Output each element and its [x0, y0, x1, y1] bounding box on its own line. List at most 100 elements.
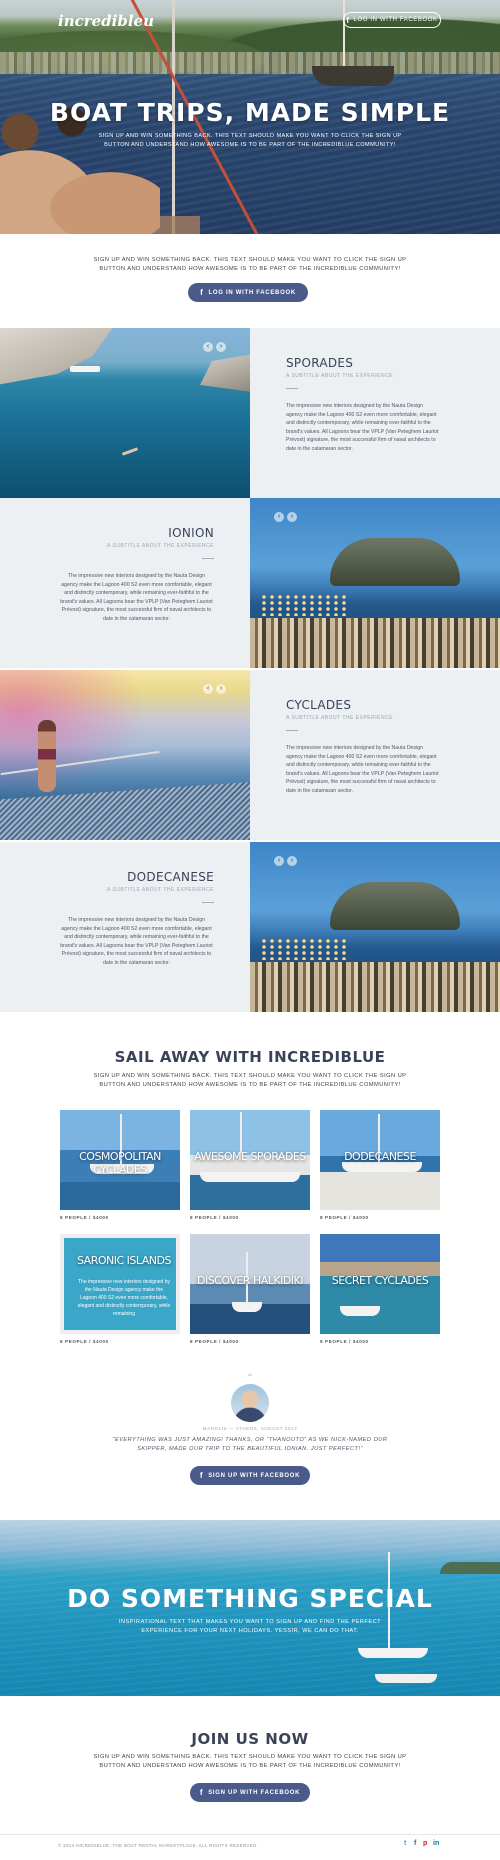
tour-card[interactable]: DODECANESE [320, 1110, 440, 1210]
swimmer-shape [121, 447, 139, 456]
join-text: SIGN UP AND WIN SOMETHING BACK. THIS TEX… [93, 1754, 407, 1769]
tour-info: 8 PEOPLE / $4000 [320, 1215, 369, 1220]
prev-arrow-icon[interactable]: ‹ [203, 342, 213, 352]
prev-arrow-icon[interactable]: ‹ [203, 684, 213, 694]
island-rock-shape [330, 882, 460, 930]
hero-boat-mast [343, 0, 345, 70]
destination-image-sporades: ‹ › [0, 328, 250, 498]
sailboat-hull [358, 1648, 428, 1658]
woman-figure [38, 720, 56, 792]
motorboat-shape [375, 1674, 437, 1683]
testimonial-meta: MANOLIS — ATHENS, AUGUST 2013 [202, 1426, 298, 1431]
tour-card[interactable]: AWESOME SPORADES [190, 1110, 310, 1210]
tour-info: 8 PEOPLE / $4000 [190, 1339, 239, 1344]
harbor-lights [260, 938, 350, 960]
slider-arrows: ‹ › [203, 342, 226, 352]
pinterest-icon[interactable]: p [423, 1840, 427, 1847]
prev-arrow-icon[interactable]: ‹ [274, 512, 284, 522]
destination-body: The impressive new interiors designed by… [286, 745, 439, 794]
rock-shape [0, 328, 120, 388]
special-title: DO SOMETHING SPECIAL [67, 1584, 433, 1613]
logo[interactable]: incredibleu [58, 12, 154, 30]
slider-arrows: ‹ › [274, 856, 297, 866]
tour-card[interactable]: SECRET CYCLADES [320, 1234, 440, 1334]
hull-shape [200, 1172, 300, 1182]
facebook-icon[interactable]: f [414, 1840, 416, 1847]
tour-card-hover[interactable]: SARONIC ISLANDS The impressive new inter… [60, 1234, 180, 1334]
footer-copyright: © 2014 INCREDIBLUE, THE BOAT RENTAL MARK… [58, 1843, 259, 1848]
destination-title: IONION [168, 526, 214, 540]
tour-card[interactable]: COSMOPOLITAN CYCLADES [60, 1110, 180, 1210]
destination-subtitle: A SUBTITLE ABOUT THE EXPERIENCE [286, 373, 394, 379]
footer-divider [0, 1834, 500, 1835]
destination-body: The impressive new interiors designed by… [60, 917, 213, 966]
destination-panel-cyclades: CYCLADES A SUBTITLE ABOUT THE EXPERIENCE… [250, 670, 500, 840]
next-arrow-icon[interactable]: › [216, 684, 226, 694]
intro-facebook-button[interactable]: f LOG IN WITH FACEBOOK [188, 283, 308, 302]
island-shape [440, 1562, 500, 1574]
destination-image-ionion: ‹ › [250, 498, 500, 668]
destination-title: CYCLADES [286, 698, 352, 712]
avatar [231, 1384, 269, 1422]
divider [286, 388, 298, 389]
tour-card[interactable]: DISCOVER HALKIDIKI [190, 1234, 310, 1334]
island-rock-shape [330, 538, 460, 586]
tour-info: 8 PEOPLE / $4000 [60, 1215, 109, 1220]
divider [202, 558, 214, 559]
tour-label: SARONIC ISLANDS [77, 1254, 171, 1267]
join-signup-button[interactable]: f SIGN UP WITH FACEBOOK [190, 1783, 310, 1802]
tour-info: 8 PEOPLE / $4000 [190, 1215, 239, 1220]
destination-subtitle: A SUBTITLE ABOUT THE EXPERIENCE [286, 715, 394, 721]
tour-description: The impressive new interiors designed by… [77, 1279, 171, 1317]
shore-town-shape [250, 962, 500, 1012]
testimonial-quote: “EVERYTHING WAS JUST AMAZING! THANKS, OR… [112, 1437, 388, 1452]
shore-town-shape [250, 618, 500, 668]
login-facebook-label: LOG IN WITH FACEBOOK [353, 17, 438, 23]
hull-shape [342, 1162, 422, 1172]
intro-text: SIGN UP AND WIN SOMETHING BACK. THIS TEX… [93, 257, 407, 272]
tour-label: SECRET CYCLADES [331, 1274, 429, 1287]
tour-label: DODECANESE [344, 1150, 416, 1163]
hull-shape [340, 1306, 380, 1316]
intro-facebook-label: LOG IN WITH FACEBOOK [208, 289, 296, 296]
sail-away-title: SAIL AWAY WITH INCREDIBLUE [114, 1048, 386, 1066]
divider [286, 730, 298, 731]
hero-subtitle: SIGN UP AND WIN SOMETHING BACK. THIS TEX… [98, 133, 402, 148]
tour-label: COSMOPOLITAN CYCLADES [79, 1150, 161, 1176]
quote-icon: “ [248, 1372, 252, 1384]
hull-shape [232, 1302, 262, 1312]
login-facebook-button[interactable]: f LOG IN WITH FACEBOOK [343, 12, 441, 28]
prev-arrow-icon[interactable]: ‹ [274, 856, 284, 866]
destination-panel-sporades: SPORADES A SUBTITLE ABOUT THE EXPERIENCE… [250, 328, 500, 498]
slider-arrows: ‹ › [274, 512, 297, 522]
next-arrow-icon[interactable]: › [287, 856, 297, 866]
next-arrow-icon[interactable]: › [216, 342, 226, 352]
destination-title: SPORADES [286, 356, 354, 370]
hero-boat [312, 66, 394, 86]
next-arrow-icon[interactable]: › [287, 512, 297, 522]
destination-subtitle: A SUBTITLE ABOUT THE EXPERIENCE [106, 543, 214, 549]
signup-label: SIGN UP WITH FACEBOOK [208, 1472, 301, 1479]
testimonial-signup-button[interactable]: f SIGN UP WITH FACEBOOK [190, 1466, 310, 1485]
facebook-icon: f [200, 288, 204, 297]
tour-label: AWESOME SPORADES [194, 1150, 306, 1163]
facebook-icon: f [346, 15, 350, 25]
destination-image-cyclades: ‹ › [0, 670, 250, 840]
destination-subtitle: A SUBTITLE ABOUT THE EXPERIENCE [106, 887, 214, 893]
divider [202, 902, 214, 903]
destination-title: DODECANESE [127, 870, 214, 884]
destination-body: The impressive new interiors designed by… [286, 403, 439, 452]
rock-shape [200, 353, 250, 393]
join-title: JOIN US NOW [191, 1730, 309, 1748]
harbor-lights [260, 594, 350, 616]
destination-panel-dodecanese: DODECANESE A SUBTITLE ABOUT THE EXPERIEN… [0, 842, 250, 1012]
destination-panel-ionion: IONION A SUBTITLE ABOUT THE EXPERIENCE T… [0, 498, 250, 668]
twitter-icon[interactable]: t [404, 1840, 406, 1847]
special-section: DO SOMETHING SPECIAL INSPIRATIONAL TEXT … [0, 1520, 500, 1696]
hero-town [0, 52, 500, 74]
linkedin-icon[interactable]: in [433, 1840, 439, 1847]
hero-title: BOAT TRIPS, MADE SIMPLE [49, 98, 451, 127]
destination-image-dodecanese: ‹ › [250, 842, 500, 1012]
slider-arrows: ‹ › [203, 684, 226, 694]
destination-body: The impressive new interiors designed by… [60, 573, 213, 622]
